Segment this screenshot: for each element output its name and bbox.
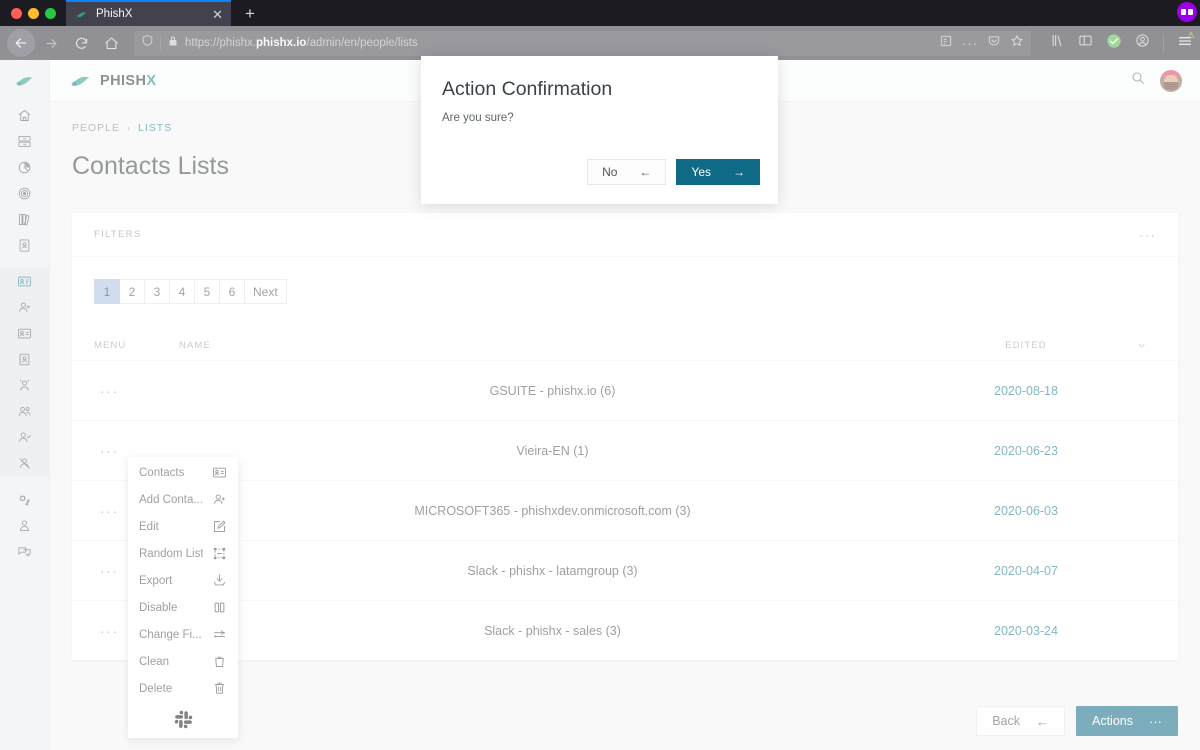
tab-title: PhishX — [96, 8, 133, 20]
browser-window: PhishX ✕ + https://phishx.phishx.io/admi… — [0, 0, 1200, 750]
extension-badge-icon[interactable] — [1177, 2, 1197, 22]
arrow-left-icon: ← — [639, 165, 652, 179]
modal-message: Are you sure? — [442, 112, 514, 124]
modal-no-button[interactable]: No ← — [587, 159, 667, 185]
modal-yes-button[interactable]: Yes → — [676, 159, 760, 185]
modal-title: Action Confirmation — [442, 78, 613, 100]
close-icon[interactable]: ✕ — [212, 8, 223, 21]
modal-yes-label: Yes — [691, 165, 711, 179]
window-controls[interactable] — [0, 8, 66, 26]
close-window-button[interactable] — [11, 8, 22, 19]
modal-no-label: No — [602, 165, 618, 179]
maximize-window-button[interactable] — [45, 8, 56, 19]
arrow-right-icon: → — [733, 165, 745, 179]
browser-tab-bar: PhishX ✕ + — [0, 0, 1200, 26]
browser-tab[interactable]: PhishX ✕ — [66, 0, 231, 26]
new-tab-button[interactable]: + — [231, 5, 267, 26]
phishx-logo-icon — [74, 7, 89, 22]
minimize-window-button[interactable] — [28, 8, 39, 19]
modal-buttons: No ← Yes → — [587, 159, 760, 185]
action-confirmation-dialog: Action Confirmation Are you sure? No ← Y… — [421, 56, 778, 204]
